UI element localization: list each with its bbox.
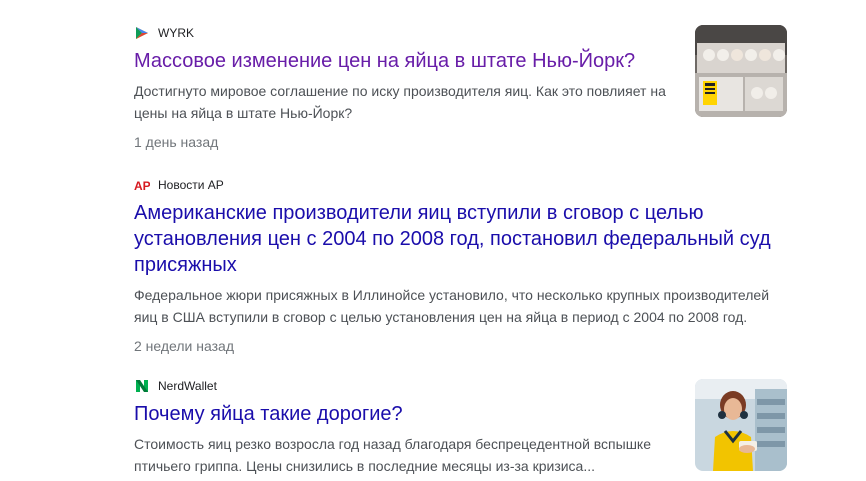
- article-age: 1 день назад: [134, 134, 219, 150]
- news-article: WYRK Массовое изменение цен на яйца в шт…: [134, 24, 674, 152]
- news-article: AP Новости AP Американские производители…: [134, 176, 784, 356]
- article-snippet: Достигнуто мировое соглашение по иску пр…: [134, 83, 666, 121]
- news-article: NerdWallet Почему яйца такие дорогие? Ст…: [134, 377, 674, 477]
- source-name: NerdWallet: [158, 379, 217, 393]
- article-snippet: Федеральное жюри присяжных в Иллинойсе у…: [134, 287, 770, 325]
- source-name: WYRK: [158, 26, 194, 40]
- source-row[interactable]: WYRK: [134, 24, 674, 42]
- source-name: Новости AP: [158, 178, 224, 192]
- news-results-feed: WYRK Массовое изменение цен на яйца в шт…: [0, 0, 866, 481]
- source-row[interactable]: NerdWallet: [134, 377, 674, 395]
- article-snippet: Стоимость яиц резко возросла год назад б…: [134, 436, 652, 474]
- wyrk-logo-icon: [134, 25, 150, 41]
- article-headline-link[interactable]: Американские производители яиц вступили …: [134, 200, 784, 278]
- woman-shopping-image[interactable]: [695, 379, 787, 471]
- ap-logo-icon: AP: [134, 177, 150, 193]
- article-headline-link[interactable]: Массовое изменение цен на яйца в штате Н…: [134, 48, 674, 74]
- article-age: 2 недели назад: [134, 338, 234, 354]
- egg-cartons-image[interactable]: [695, 25, 787, 117]
- nerdwallet-logo-icon: [134, 378, 150, 394]
- source-row[interactable]: AP Новости AP: [134, 176, 784, 194]
- svg-text:AP: AP: [134, 179, 150, 191]
- article-headline-link[interactable]: Почему яйца такие дорогие?: [134, 401, 674, 427]
